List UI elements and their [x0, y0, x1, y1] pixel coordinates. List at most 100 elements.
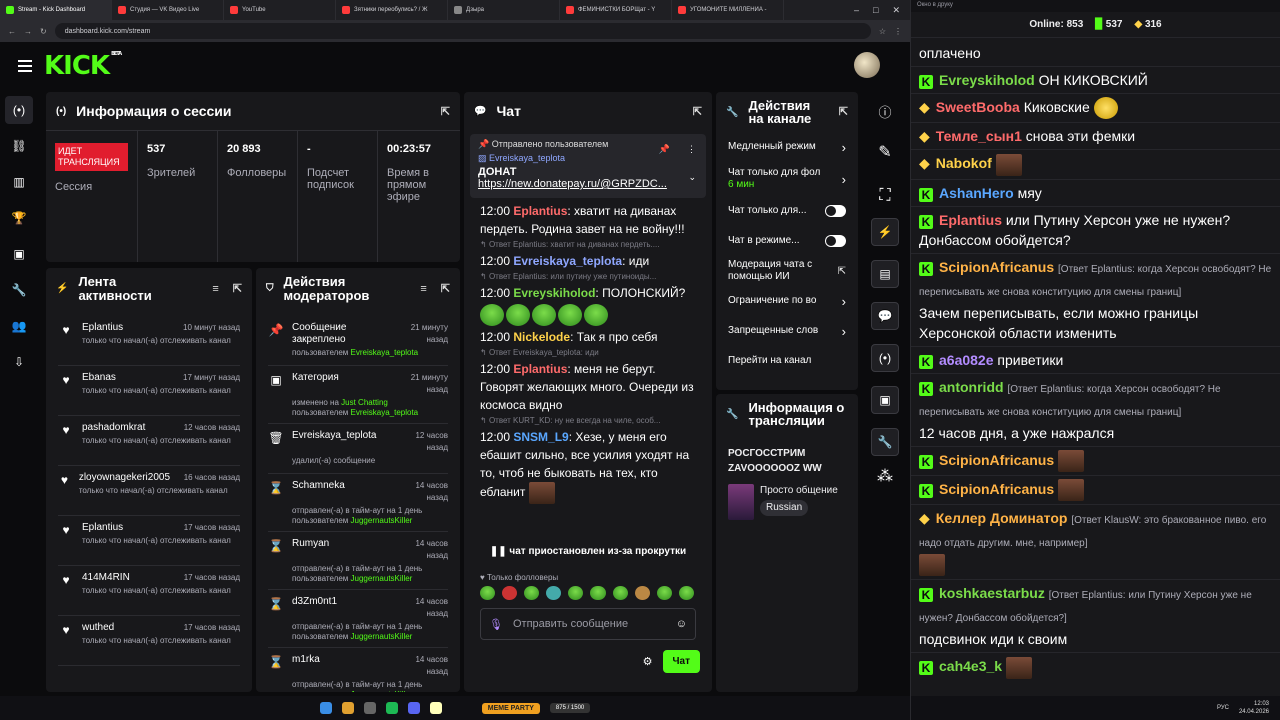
channel-action-item[interactable]: Перейти на канал — [716, 346, 858, 376]
mod-action-item[interactable]: 🗑 Evreiskaya_teplota 12 часов назад удалил(… — [268, 424, 448, 474]
emote-icon[interactable] — [995, 153, 1022, 176]
info-icon[interactable]: ⓘ — [862, 92, 908, 130]
browser-tab[interactable]: УГОМОНИТЕ МИЛЛЕНИА - — [672, 0, 784, 20]
emote-icon[interactable] — [584, 304, 608, 326]
popout-icon[interactable]: ⇱ — [441, 105, 450, 118]
popout-message[interactable]: оплачено — [911, 40, 1280, 66]
activity-item[interactable]: ♥ 414M4RIN 17 часов назад только что начал(… — [58, 566, 240, 616]
popout-message[interactable]: K AshanHero мяу — [911, 178, 1280, 206]
mod-action-item[interactable]: ⌛ d3Zm0nt1 14 часов назад отправлен(-а) в т… — [268, 590, 448, 648]
emote-icon[interactable] — [1058, 479, 1085, 502]
discord-icon[interactable] — [407, 702, 420, 714]
emote-icon[interactable] — [919, 554, 945, 577]
channel-action-item[interactable]: Модерация чата с помощью ИИ ⇱ — [716, 256, 858, 286]
close-icon[interactable]: ✕ — [892, 5, 900, 16]
send-button[interactable]: Чат — [662, 650, 700, 673]
chat-message[interactable]: 12:00 SNSM_L9: Хезе, у меня его ебашит с… — [464, 428, 712, 504]
url-field[interactable]: dashboard.kick.com/stream — [54, 23, 871, 39]
chat-paused[interactable]: ❚❚ чат приостановлен из-за прокрутки — [464, 546, 712, 557]
popout-username[interactable]: Келлер Доминатор — [936, 510, 1068, 526]
pin-icon[interactable]: 📌 — [659, 144, 670, 155]
edit-icon[interactable]: ✎ — [862, 130, 908, 174]
chat-message[interactable]: 12:00 Eplantius: хватит на диванах перде… — [464, 202, 712, 238]
crop-icon[interactable]: ⛶ — [862, 174, 908, 218]
popout-message[interactable]: K ScipionAfricanus — [911, 474, 1280, 504]
activity-username[interactable]: Eplantius — [82, 322, 123, 334]
popout-icon[interactable]: ⇱ — [693, 105, 702, 118]
link-icon[interactable]: ⛓ — [5, 132, 33, 160]
emote-icon[interactable] — [546, 586, 562, 600]
popout-username[interactable]: AshanHero — [939, 185, 1014, 201]
mod-action-moderator[interactable]: JuggernautsKiller — [351, 574, 413, 583]
activity-item[interactable]: ♥ wuthed 17 часов назад только что начал(-а… — [58, 616, 240, 666]
popout-message[interactable]: Ka6a082e приветики — [911, 345, 1280, 373]
activity-username[interactable]: Ebanas — [82, 372, 116, 384]
popout-message[interactable]: ◆ Келлер Доминатор [Ответ KlausW: это бра… — [911, 504, 1280, 579]
reload-icon[interactable]: ↻ — [40, 27, 47, 36]
maximize-icon[interactable]: □ — [873, 5, 878, 16]
popout-message[interactable]: Kcah4e3_k — [911, 652, 1280, 681]
pinned-link[interactable]: https://new.donatepay.ru/@GRPZDC... — [478, 178, 678, 190]
popout-message[interactable]: K Eplantius или Путину Херсон уже не нуже… — [911, 205, 1280, 253]
chevron-right-icon[interactable]: › — [842, 172, 846, 187]
forward-icon[interactable]: → — [24, 27, 32, 36]
popout-icon[interactable]: ⇱ — [839, 106, 848, 119]
video-icon[interactable]: ▣ — [5, 240, 33, 268]
spotify-icon[interactable] — [385, 702, 398, 714]
emoji-icon[interactable]: ☺ — [676, 618, 687, 630]
chat-message[interactable]: 12:00 Eplantius: меня не берут. Говорят … — [464, 360, 712, 414]
channel-action-item[interactable]: Медленный режим › — [716, 132, 858, 162]
wrench-icon[interactable]: 🔧 — [5, 276, 33, 304]
chat-icon[interactable]: 💬 — [871, 302, 899, 330]
channel-action-item[interactable]: Чат в режиме... — [716, 226, 858, 256]
popout-message[interactable]: K ScipionAfricanus [Ответ Eplantius: когд… — [911, 252, 1280, 346]
browser-tab[interactable]: Дзыра — [448, 0, 560, 20]
start-icon[interactable] — [319, 702, 332, 714]
chat-username[interactable]: Evreyskiholod — [513, 286, 595, 300]
popout-message[interactable]: ◆ Темле_сын1 снова эти фемки — [911, 122, 1280, 149]
popout-username[interactable]: antonridd — [939, 379, 1004, 395]
channel-action-item[interactable]: Ограничение по во › — [716, 286, 858, 316]
back-icon[interactable]: ← — [8, 27, 16, 36]
external-link-icon[interactable]: ⇱ — [838, 266, 846, 277]
emote-icon[interactable] — [502, 586, 518, 600]
mod-action-moderator[interactable]: JuggernautsKiller — [351, 690, 413, 692]
emote-icon[interactable] — [634, 586, 650, 600]
emote-icon[interactable] — [656, 586, 672, 600]
gear-icon[interactable]: ⚙ — [643, 655, 653, 668]
popout-chat-log[interactable]: оплачено K Evreyskiholod ОН КИКОВСКИЙ ◆ Swee… — [911, 38, 1280, 682]
popout-message[interactable]: ◆ SweetBooba Киковские — [911, 93, 1280, 122]
broadcast-icon[interactable]: (•) — [871, 344, 899, 372]
activity-username[interactable]: Eplantius — [82, 522, 123, 534]
chat-message[interactable]: 12:00 Nickelode: Так я про себя — [464, 328, 712, 346]
mod-action-item[interactable]: ⌛ Schamneka 14 часов назад отправлен(-а) в … — [268, 474, 448, 532]
popout-icon[interactable]: ⇱ — [441, 282, 450, 296]
toggle-switch[interactable] — [824, 235, 846, 247]
channel-action-item[interactable]: Чат только для... — [716, 196, 858, 226]
popout-message[interactable]: ◆ Nabokof — [911, 149, 1280, 178]
popout-username[interactable]: Nabokof — [936, 155, 992, 171]
activity-username[interactable]: zloyownagekeri2005 — [79, 472, 170, 484]
popout-username[interactable]: Темле_сын1 — [936, 128, 1022, 144]
emote-icon[interactable] — [532, 304, 556, 326]
stream-icon[interactable]: (•) — [5, 96, 33, 124]
emote-icon[interactable] — [590, 586, 606, 600]
mod-action-target[interactable]: Just Chatting — [341, 398, 388, 407]
apps-icon[interactable]: ⁂ — [862, 456, 908, 496]
mic-icon[interactable]: 🎙 — [489, 618, 503, 631]
chat-message[interactable]: 12:00 Evreyskiholod: ПОЛОНСКИЙ? — [464, 284, 712, 328]
channel-action-item[interactable]: Чат только для фол 6 мин › — [716, 162, 858, 196]
emote-icon[interactable] — [612, 586, 628, 600]
chat-username[interactable]: Eplantius — [513, 204, 567, 218]
popout-username[interactable]: ScipionAfricanus — [939, 481, 1054, 497]
browser-tab[interactable]: YouTube — [224, 0, 336, 20]
mod-action-item[interactable]: ⌛ Rumyan 14 часов назад отправлен(-а) в тай… — [268, 532, 448, 590]
popout-message[interactable]: Kantonridd [Ответ Eplantius: когда Херсо… — [911, 372, 1280, 446]
emote-icon[interactable] — [480, 304, 504, 326]
mod-action-moderator[interactable]: JuggernautsKiller — [351, 516, 413, 525]
browser-tab[interactable]: Студия — VK Видео Live — [112, 0, 224, 20]
clock[interactable]: 12:03 24.04.2026 — [1239, 700, 1269, 716]
activity-username[interactable]: pashadomkrat — [82, 422, 145, 434]
trophy-icon[interactable]: 🏆 — [5, 204, 33, 232]
notes-icon[interactable]: ▤ — [871, 260, 899, 288]
